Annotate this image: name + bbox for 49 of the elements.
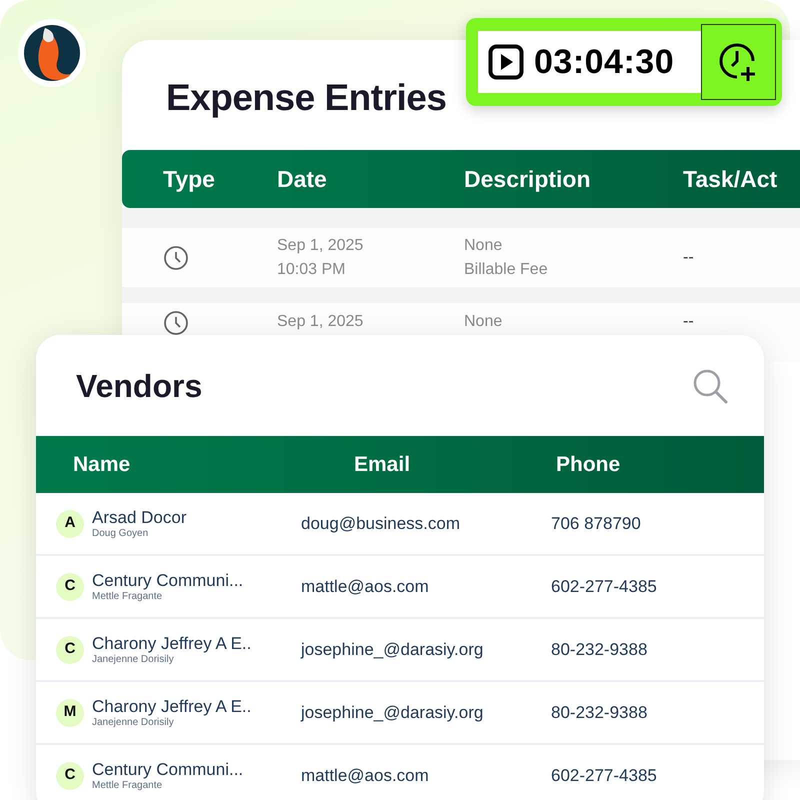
avatar: C <box>56 762 84 790</box>
phone-cell-text: 80-232-9388 <box>551 638 648 661</box>
column-header: Email <box>354 452 412 478</box>
column-header: Date <box>277 164 328 194</box>
contact-name: Mettle Fragante <box>92 780 164 792</box>
vendor-name: Charony Jeffrey A E.. <box>92 696 252 716</box>
time-text: 10:03 PM <box>277 260 346 280</box>
phone-cell-text: 602-277-4385 <box>551 764 658 787</box>
avatar: M <box>56 698 84 726</box>
timer-time: 03:04:30 <box>534 42 674 82</box>
clock-icon <box>163 244 189 270</box>
description-text: None <box>464 236 504 256</box>
email-cell-text: josephine_@darasiy.org <box>301 638 484 661</box>
play-button[interactable] <box>488 44 524 80</box>
column-header: Description <box>464 164 592 194</box>
date-text: Sep 1, 2025 <box>277 312 364 332</box>
search-icon[interactable] <box>692 368 728 404</box>
card-title: Expense Entries <box>166 76 448 120</box>
add-time-button[interactable] <box>700 24 776 100</box>
avatar: A <box>56 510 84 538</box>
contact-name: Mettle Fragante <box>92 590 164 602</box>
description-detail: Billable Fee <box>464 260 549 280</box>
column-header: Name <box>73 452 132 478</box>
column-header: Task/Act <box>683 164 778 194</box>
phone-cell-text: 80-232-9388 <box>551 702 648 724</box>
vendor-name: Century Communi... <box>92 760 244 780</box>
avatar: C <box>56 636 84 664</box>
phone-cell-text: 602-277-4385 <box>551 576 658 598</box>
task-text: -- <box>683 313 694 330</box>
phone-cell-text: 706 878790 <box>551 512 642 535</box>
date-text: Sep 1, 2025 <box>277 236 364 256</box>
contact-name: Janejenne Dorisily <box>92 716 175 728</box>
contact-name: Doug Goyen <box>92 528 150 540</box>
avatar: C <box>56 572 84 600</box>
column-header: Type <box>163 164 216 194</box>
vendor-name: Arsad Docor <box>92 508 186 528</box>
email-cell-text: doug@business.com <box>301 512 462 535</box>
vendor-name: Century Communi... <box>92 570 244 590</box>
clock-icon <box>163 310 189 336</box>
card-title: Vendors <box>76 366 202 406</box>
vendor-name: Charony Jeffrey A E.. <box>92 634 252 654</box>
task-text: -- <box>683 248 694 266</box>
email-cell-text: mattle@aos.com <box>301 576 430 598</box>
email-cell-text: mattle@aos.com <box>301 764 430 787</box>
column-header: Phone <box>556 452 622 478</box>
logo <box>17 18 87 88</box>
email-cell-text: josephine_@darasiy.org <box>301 702 484 724</box>
contact-name: Janejenne Dorisily <box>92 654 175 666</box>
description-text: None <box>464 312 504 332</box>
